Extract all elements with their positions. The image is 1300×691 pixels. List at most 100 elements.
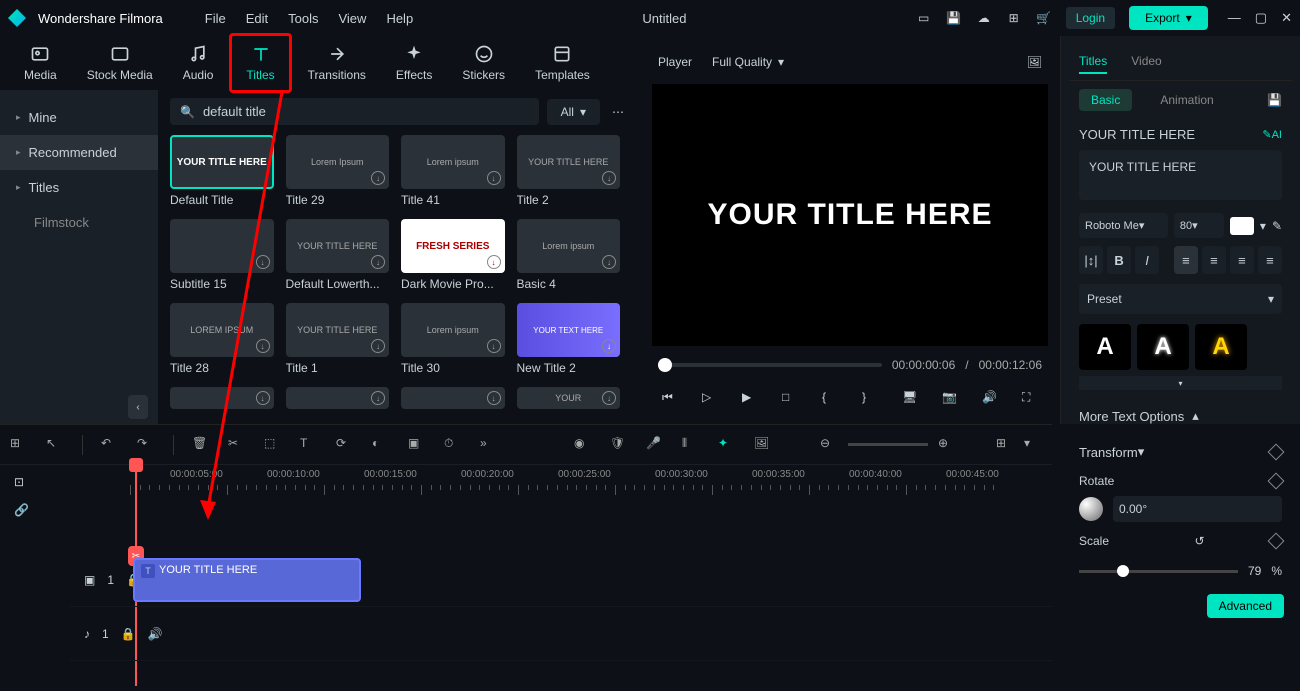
title-thumb[interactable]: Lorem ipsum↓Title 30 bbox=[401, 303, 505, 375]
transform-label[interactable]: Transform bbox=[1079, 445, 1138, 460]
delete-icon[interactable]: 🗑 bbox=[192, 436, 210, 454]
expand-icon[interactable]: » bbox=[480, 436, 498, 454]
menu-help[interactable]: Help bbox=[386, 11, 413, 26]
track-audio-icon[interactable]: ♪ bbox=[84, 627, 90, 641]
prop-tab-titles[interactable]: Titles bbox=[1079, 50, 1107, 74]
auto-icon[interactable]: ✦ bbox=[718, 436, 736, 454]
menu-file[interactable]: File bbox=[205, 11, 226, 26]
subtab-basic[interactable]: Basic bbox=[1079, 89, 1132, 111]
font-size-dropdown[interactable]: 80 ▾ bbox=[1174, 213, 1224, 238]
more-options-icon[interactable]: ⋯ bbox=[608, 101, 628, 123]
sidebar-item-recommended[interactable]: Recommended bbox=[0, 135, 158, 170]
quality-dropdown[interactable]: Full Quality ▾ bbox=[712, 55, 784, 69]
save-icon[interactable]: 💾 bbox=[946, 10, 962, 26]
tl-grid-icon[interactable]: ⊞ bbox=[10, 436, 28, 454]
tab-media[interactable]: Media bbox=[10, 36, 71, 90]
snapshot-icon[interactable]: 🖼 bbox=[1027, 55, 1042, 69]
next-frame-icon[interactable]: ▶ bbox=[742, 390, 758, 406]
color-dropdown-icon[interactable]: ▾ bbox=[1260, 219, 1266, 233]
title-thumb[interactable]: FRESH SERIES↓Dark Movie Pro... bbox=[401, 219, 505, 291]
play-icon[interactable]: ▷ bbox=[702, 390, 718, 406]
font-color-swatch[interactable] bbox=[1230, 217, 1254, 235]
export-button[interactable]: Export ▾ bbox=[1129, 6, 1208, 30]
crop-icon[interactable]: ⬚ bbox=[264, 436, 282, 454]
zoom-out-icon[interactable]: ⊖ bbox=[820, 436, 838, 454]
split-icon[interactable]: ✂ bbox=[228, 436, 246, 454]
marker-icon[interactable]: ◉ bbox=[574, 436, 592, 454]
tab-stickers[interactable]: Stickers bbox=[448, 36, 519, 90]
video-track-lane[interactable]: T YOUR TITLE HERE bbox=[130, 553, 1052, 606]
speed-icon[interactable]: ⟳ bbox=[336, 436, 354, 454]
video-preview[interactable]: YOUR TITLE HERE bbox=[652, 84, 1048, 346]
seek-slider[interactable] bbox=[658, 363, 882, 367]
volume-icon[interactable]: 🔊 bbox=[982, 390, 998, 406]
tab-transitions[interactable]: Transitions bbox=[294, 36, 380, 90]
rotate-value[interactable]: 0.00° bbox=[1113, 496, 1282, 522]
tl-settings-icon[interactable]: ▾ bbox=[1024, 436, 1042, 454]
subtab-animation[interactable]: Animation bbox=[1148, 89, 1225, 111]
menu-view[interactable]: View bbox=[338, 11, 366, 26]
save-preset-icon[interactable]: 💾 bbox=[1267, 93, 1282, 107]
color-icon[interactable]: ◐ bbox=[372, 436, 390, 454]
title-thumb[interactable]: YOUR TITLE HERE↓Title 2 bbox=[517, 135, 621, 207]
zoom-in-icon[interactable]: ⊕ bbox=[938, 436, 956, 454]
title-clip[interactable]: T YOUR TITLE HERE bbox=[133, 558, 361, 602]
sidebar-item-titles[interactable]: Titles bbox=[0, 170, 158, 205]
shield-icon[interactable]: 🛡 bbox=[610, 436, 628, 454]
scale-reset-icon[interactable]: ↺ bbox=[1194, 534, 1204, 548]
grid-icon[interactable]: ⊞ bbox=[1006, 10, 1022, 26]
timer-icon[interactable]: ⏱ bbox=[444, 436, 462, 454]
title-thumb[interactable]: ↓Subtitle 15 bbox=[170, 219, 274, 291]
sidebar-item-mine[interactable]: Mine bbox=[0, 100, 158, 135]
device-icon[interactable]: ▭ bbox=[916, 10, 932, 26]
tl-view-icon[interactable]: ⊞ bbox=[996, 436, 1014, 454]
redo-icon[interactable]: ↷ bbox=[137, 436, 155, 454]
rotate-knob[interactable] bbox=[1079, 497, 1103, 521]
tab-templates[interactable]: Templates bbox=[521, 36, 604, 90]
fullscreen-icon[interactable]: ⛶ bbox=[1022, 390, 1038, 406]
more-text-options[interactable]: More Text Options ▴ bbox=[1069, 398, 1292, 434]
scale-value[interactable]: 79 bbox=[1248, 564, 1261, 578]
sidebar-collapse-button[interactable]: ‹ bbox=[128, 395, 148, 419]
advanced-button[interactable]: Advanced bbox=[1207, 594, 1284, 618]
tab-audio[interactable]: Audio bbox=[169, 36, 228, 90]
title-thumb[interactable]: ↓ bbox=[401, 387, 505, 409]
tab-stock-media[interactable]: Stock Media bbox=[73, 36, 167, 90]
preset-dropdown[interactable]: Preset▾ bbox=[1079, 284, 1282, 314]
mark-in-icon[interactable]: { bbox=[822, 390, 838, 406]
audio-track-lane[interactable] bbox=[130, 607, 1052, 660]
tl-cursor-icon[interactable]: ↖ bbox=[46, 436, 64, 454]
tab-titles[interactable]: Titles bbox=[229, 33, 291, 93]
minimize-icon[interactable]: — bbox=[1228, 10, 1241, 26]
align-justify-button[interactable]: ≡ bbox=[1258, 246, 1282, 274]
title-text-input[interactable]: YOUR TITLE HERE bbox=[1079, 150, 1282, 200]
login-button[interactable]: Login bbox=[1066, 7, 1115, 29]
tab-effects[interactable]: Effects bbox=[382, 36, 446, 90]
menu-tools[interactable]: Tools bbox=[288, 11, 318, 26]
transform-keyframe-icon[interactable] bbox=[1268, 444, 1285, 461]
filter-dropdown[interactable]: All ▾ bbox=[547, 99, 600, 125]
tl-lock-icon[interactable]: ⊡ bbox=[14, 475, 70, 489]
title-thumb[interactable]: ↓ bbox=[286, 387, 390, 409]
search-input[interactable] bbox=[203, 104, 529, 119]
eyedropper-icon[interactable]: ✎ bbox=[1272, 219, 1282, 233]
font-family-dropdown[interactable]: Roboto Me▾ bbox=[1079, 213, 1168, 238]
sidebar-item-filmstock[interactable]: Filmstock bbox=[0, 205, 158, 240]
zoom-slider[interactable] bbox=[848, 443, 928, 446]
display-icon[interactable]: 🖥 bbox=[902, 390, 918, 406]
title-thumb[interactable]: LOREM IPSUM↓Title 28 bbox=[170, 303, 274, 375]
mic-icon[interactable]: 🎤 bbox=[646, 436, 664, 454]
scale-keyframe-icon[interactable] bbox=[1268, 533, 1285, 550]
align-center-button[interactable]: ≡ bbox=[1202, 246, 1226, 274]
search-input-wrapper[interactable]: 🔍 bbox=[170, 98, 539, 125]
undo-icon[interactable]: ↶ bbox=[101, 436, 119, 454]
track-video-icon[interactable]: ▣ bbox=[84, 573, 95, 587]
text-preset-3[interactable]: A bbox=[1195, 324, 1247, 370]
italic-button[interactable]: I bbox=[1135, 246, 1159, 274]
prev-frame-icon[interactable]: ⏮ bbox=[662, 390, 678, 406]
title-thumb[interactable]: ↓ bbox=[170, 387, 274, 409]
mark-out-icon[interactable]: } bbox=[862, 390, 878, 406]
title-thumb[interactable]: Lorem ipsum↓Basic 4 bbox=[517, 219, 621, 291]
tl-link-icon[interactable]: 🔗 bbox=[14, 503, 70, 517]
title-thumb[interactable]: YOUR TITLE HERE↓Default Lowerth... bbox=[286, 219, 390, 291]
